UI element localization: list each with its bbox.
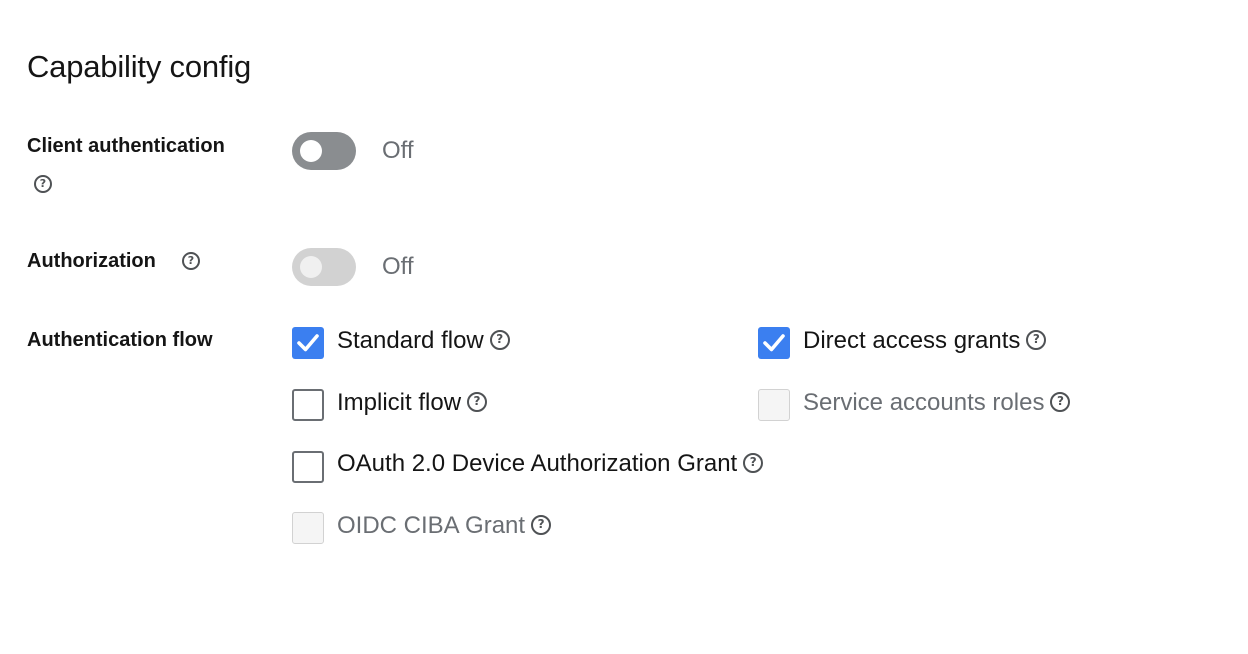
checkmark-icon (297, 334, 319, 352)
direct-access-grants-option[interactable]: Direct access grants (803, 326, 1047, 356)
client-authentication-state-text: Off (382, 137, 414, 164)
checkmark-icon (763, 334, 785, 352)
standard-flow-help-icon[interactable] (489, 329, 510, 350)
oauth-device-authorization-grant-checkbox[interactable] (292, 451, 324, 483)
authentication-flow-label: Authentication flow (27, 329, 213, 351)
oidc-ciba-grant-option[interactable]: OIDC CIBA Grant (337, 511, 552, 541)
direct-access-grants-label: Direct access grants (803, 327, 1021, 354)
section-title: Capability config (27, 49, 252, 84)
direct-access-grants-checkbox[interactable] (758, 327, 790, 359)
switch-knob (300, 256, 322, 278)
authorization-switch[interactable] (292, 248, 356, 286)
oauth-device-authorization-grant-help-icon[interactable] (743, 452, 764, 473)
standard-flow-option[interactable]: Standard flow (337, 326, 510, 356)
oauth-device-authorization-grant-option[interactable]: OAuth 2.0 Device Authorization Grant (337, 449, 764, 479)
standard-flow-checkbox[interactable] (292, 327, 324, 359)
authorization-label: Authorization (27, 250, 156, 272)
authorization-help-icon[interactable] (182, 252, 200, 270)
oidc-ciba-grant-help-icon[interactable] (531, 514, 552, 535)
service-accounts-roles-label: Service accounts roles (803, 389, 1045, 416)
service-accounts-roles-checkbox[interactable] (758, 389, 790, 421)
client-authentication-help-icon[interactable] (34, 175, 52, 193)
oidc-ciba-grant-label: OIDC CIBA Grant (337, 512, 526, 539)
service-accounts-roles-help-icon[interactable] (1050, 391, 1071, 412)
oidc-ciba-grant-checkbox[interactable] (292, 512, 324, 544)
standard-flow-label: Standard flow (337, 327, 484, 354)
implicit-flow-option[interactable]: Implicit flow (337, 388, 488, 418)
client-authentication-label: Client authentication (27, 135, 225, 157)
authorization-state-text: Off (382, 253, 414, 280)
direct-access-grants-help-icon[interactable] (1026, 329, 1047, 350)
implicit-flow-help-icon[interactable] (467, 391, 488, 412)
service-accounts-roles-option[interactable]: Service accounts roles (803, 388, 1071, 418)
client-authentication-switch[interactable] (292, 132, 356, 170)
implicit-flow-checkbox[interactable] (292, 389, 324, 421)
switch-knob (300, 140, 322, 162)
implicit-flow-label: Implicit flow (337, 389, 462, 416)
oauth-device-authorization-grant-label: OAuth 2.0 Device Authorization Grant (337, 450, 738, 477)
